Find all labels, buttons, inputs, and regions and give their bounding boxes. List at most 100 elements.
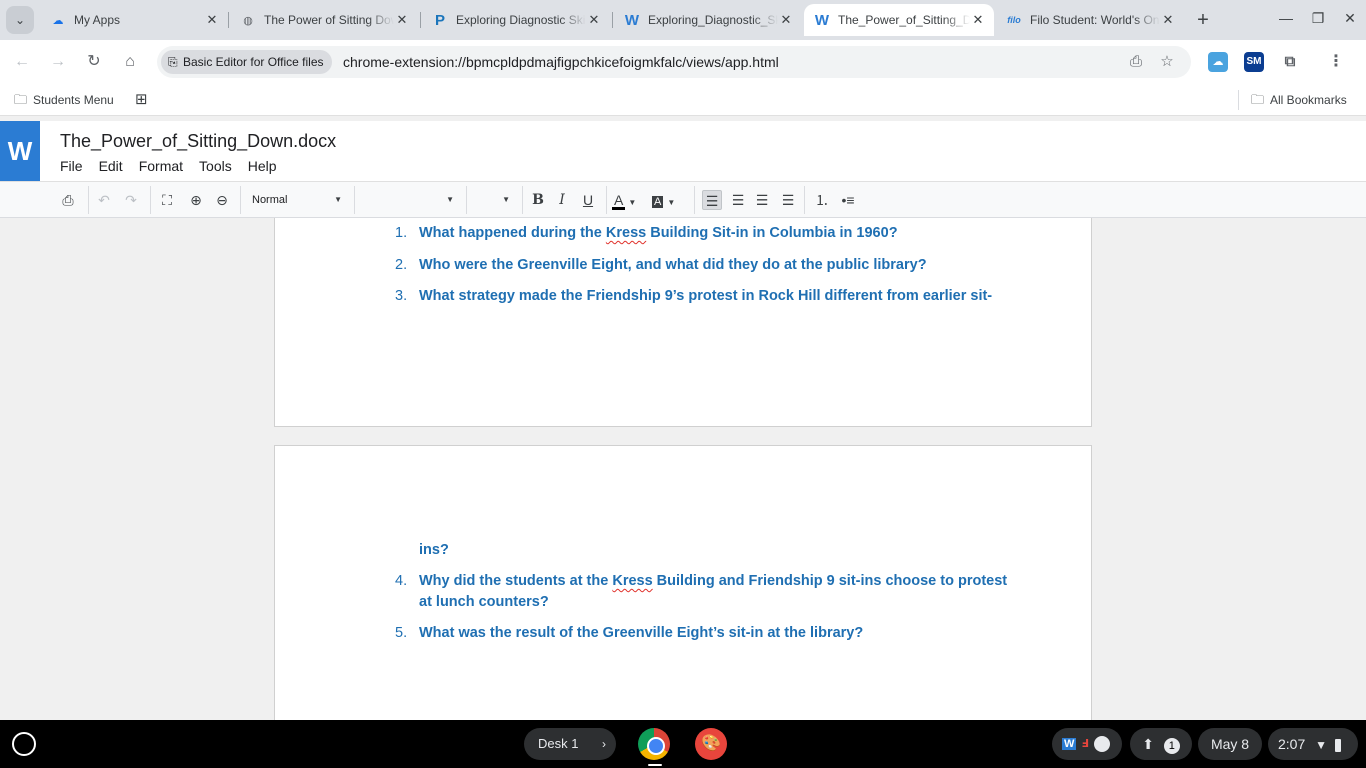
document-icon: Ⅎ [1081,738,1089,750]
close-icon[interactable]: ✕ [970,12,986,28]
filo-icon: filo [1007,15,1021,25]
font-color-icon: A [612,192,626,210]
all-bookmarks[interactable]: 🗀 All Bookmarks [1238,90,1347,110]
install-icon[interactable]: ⎙ [1126,52,1146,72]
url-text[interactable]: chrome-extension://bpmcpldpdmajfigpchkic… [343,46,779,78]
cloud-extension-icon[interactable]: ☁ [1208,52,1228,72]
numbered-list-icon[interactable]: ⒈ [812,190,832,210]
print-icon[interactable]: ⎙ [58,190,78,210]
bookmark-students-menu[interactable]: 🗀 Students Menu [14,84,114,116]
align-left-icon[interactable]: ☰ [702,190,722,210]
menu-edit[interactable]: Edit [99,158,123,174]
sm-extension-icon[interactable]: SM [1244,52,1264,72]
tab-filo-student[interactable]: filo Filo Student: World's Only ✕ [996,4,1184,36]
arrow-left-icon: ← [14,53,30,70]
menu-tools[interactable]: Tools [199,158,232,174]
fit-page-icon[interactable]: ⛶ [157,190,177,210]
toolbar-separator [150,186,151,214]
extension-icon: ⎘ [168,55,178,69]
tab-exploring-diagnostic[interactable]: P Exploring Diagnostic Skills ✕ [422,4,610,36]
menu-format[interactable]: Format [139,158,183,174]
caret-down-icon: ▼ [446,195,454,204]
minimize-icon: — [1279,10,1293,26]
misspelled-word[interactable]: Kress [612,573,652,589]
close-icon[interactable]: ✕ [586,12,602,28]
paragraph-style-dropdown[interactable]: Normal ▼ [252,190,342,210]
close-icon[interactable]: ✕ [1160,12,1176,28]
time-label: 2:07 [1278,736,1306,752]
address-bar[interactable]: ⎘ Basic Editor for Office files chrome-e… [157,46,1191,78]
tote-tray[interactable]: W Ⅎ [1052,728,1122,760]
font-family-dropdown[interactable]: ▼ [362,190,454,210]
list-number: 1. [395,225,408,241]
p-logo-icon: P [434,11,445,29]
toolbar-separator [694,186,695,214]
tab-title: Filo Student: World's Only [1030,13,1160,27]
zoom-out-icon[interactable]: ⊖ [212,190,232,210]
forward-button[interactable]: → [48,52,68,72]
caret-down-icon: ▼ [502,195,510,204]
tab-search-button[interactable]: ⌄ [6,6,34,34]
plus-icon: + [1197,9,1209,31]
tab-separator [612,12,613,28]
puzzle-icon[interactable]: ⧉ [1280,52,1300,72]
align-center-icon[interactable]: ☰ [728,190,748,210]
undo-icon[interactable]: ↶ [94,190,114,210]
word-logo: W [0,121,40,181]
bulleted-list-icon[interactable]: •≡ [838,190,858,210]
menu-file[interactable]: File [60,158,83,174]
zoom-in-icon[interactable]: ⊕ [186,190,206,210]
home-button[interactable]: ⌂ [120,52,140,72]
tab-exploring-diagnostic-doc[interactable]: W Exploring_Diagnostic_Skills ✕ [614,4,802,36]
notification-count: 1 [1163,738,1180,754]
close-window-button[interactable]: ✕ [1340,10,1360,30]
italic-icon[interactable]: I [552,190,572,210]
reload-button[interactable]: ↻ [84,52,104,72]
underline-icon[interactable]: U [578,190,598,210]
menu-help[interactable]: Help [248,158,277,174]
chrome-app-icon[interactable] [638,728,670,760]
apps-grid-icon[interactable]: ⊞ [135,84,148,116]
close-icon[interactable]: ✕ [204,12,220,28]
tab-separator [228,12,229,28]
document-canvas[interactable]: 1. What happened during the Kress Buildi… [0,218,1366,720]
misspelled-word[interactable]: Kress [606,225,646,241]
date-tray[interactable]: May 8 [1198,728,1262,760]
back-button[interactable]: ← [12,52,32,72]
date-label: May 8 [1210,736,1250,752]
restore-button[interactable]: ❐ [1308,10,1328,30]
desk-label: Desk 1 [538,736,579,751]
desk-switcher[interactable]: Desk 1 › [524,728,616,760]
bookmarks-bar: 🗀 Students Menu ⊞ 🗀 All Bookmarks [0,84,1366,116]
redo-icon[interactable]: ↷ [121,190,141,210]
tab-power-of-sitting-down-doc[interactable]: W The_Power_of_Sitting_Down ✕ [804,4,994,36]
tab-strip: ⌄ ☁ My Apps ✕ ◍ The Power of Sitting Dow… [0,0,1366,40]
tab-my-apps[interactable]: ☁ My Apps ✕ [40,4,228,36]
tab-title: The Power of Sitting Down [264,13,394,27]
style-value: Normal [252,194,288,206]
bookmark-label: All Bookmarks [1270,93,1347,107]
align-justify-icon[interactable]: ☰ [778,190,798,210]
align-right-icon[interactable]: ☰ [752,190,772,210]
font-color-button[interactable]: A ▼ [612,190,646,210]
notification-tray[interactable]: ⬆ 1 [1130,728,1192,760]
star-icon[interactable]: ☆ [1157,52,1177,72]
close-icon[interactable]: ✕ [394,12,410,28]
document-page-1[interactable]: 1. What happened during the Kress Buildi… [274,218,1092,427]
wifi-icon: ▼ [1315,738,1328,752]
new-tab-button[interactable]: + [1193,10,1213,30]
minimize-button[interactable]: — [1276,10,1296,30]
tab-power-of-sitting-down[interactable]: ◍ The Power of Sitting Down ✕ [230,4,418,36]
bold-icon[interactable]: B [528,190,548,210]
highlight-color-button[interactable]: A ▼ [652,190,686,210]
extension-chip[interactable]: ⎘ Basic Editor for Office files [161,50,332,74]
document-page-2[interactable]: ins? 4. Why did the students at the Kres… [274,445,1092,720]
font-size-dropdown[interactable]: ▼ [474,190,510,210]
launcher-icon[interactable] [12,732,36,756]
kebab-menu-icon[interactable]: ⋮ [1326,52,1346,72]
battery-icon [1334,738,1341,752]
close-icon[interactable]: ✕ [778,12,794,28]
status-tray[interactable]: 2:07 ▼ [1268,728,1358,760]
paint-app-icon[interactable]: 🎨 [695,728,727,760]
list-item: What happened during the Kress Building … [419,223,1019,244]
